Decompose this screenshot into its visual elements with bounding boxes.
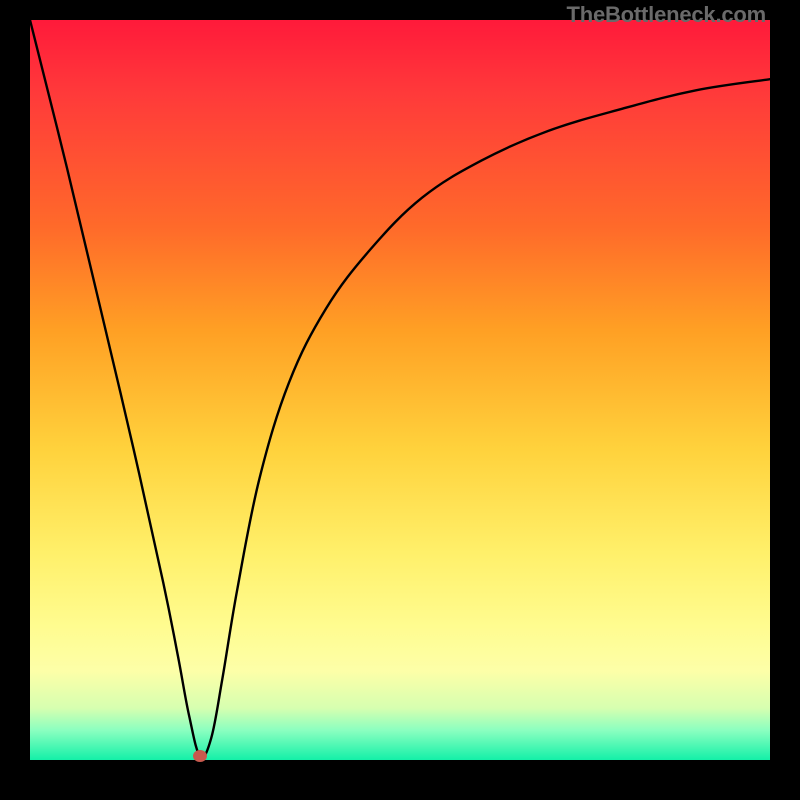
bottleneck-curve — [30, 20, 770, 760]
optimal-point-marker — [193, 750, 207, 762]
attribution-label: TheBottleneck.com — [566, 2, 766, 28]
plot-area — [30, 20, 770, 760]
